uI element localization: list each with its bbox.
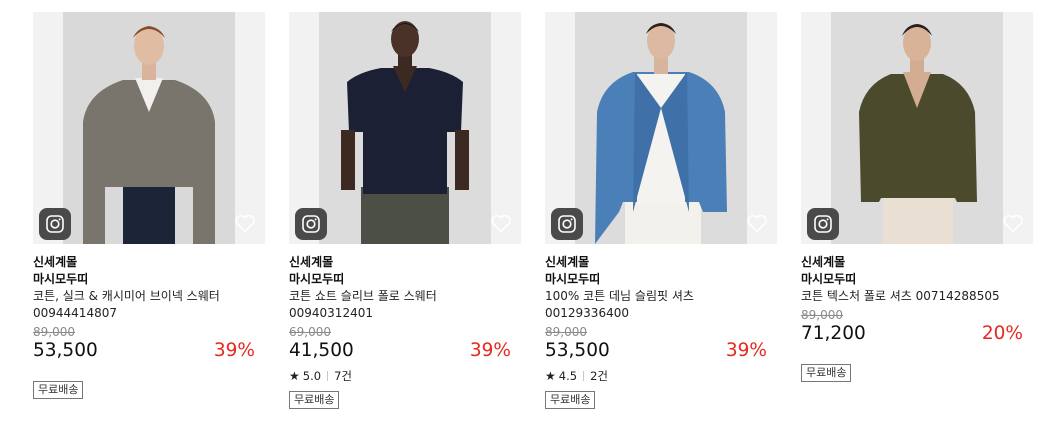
product-card[interactable]: 신세계몰 마시모두띠 코튼 쇼트 슬리브 폴로 스웨터 00940312401 …: [289, 12, 521, 409]
discount-rate: 39%: [469, 340, 511, 361]
store-name: 신세계몰: [289, 255, 334, 269]
divider: [327, 371, 329, 381]
store-name: 신세계몰: [545, 255, 590, 269]
brand-name[interactable]: 마시모두띠: [33, 271, 265, 288]
product-image-container[interactable]: [289, 12, 521, 244]
price-row: 53,500 39%: [545, 340, 777, 362]
rating-value: 4.5: [558, 369, 578, 383]
product-image-container[interactable]: [33, 12, 265, 244]
sale-price: 71,200: [801, 323, 866, 344]
store-name: 신세계몰: [801, 255, 846, 269]
free-shipping-badge: 무료배송: [289, 391, 340, 409]
sale-price: 41,500: [289, 340, 354, 361]
product-image-container[interactable]: [545, 12, 777, 244]
original-price: 89,000: [801, 308, 843, 322]
price-row: 71,200 20%: [801, 323, 1033, 345]
review-count: 2건: [590, 369, 608, 383]
instagram-icon[interactable]: [295, 208, 327, 240]
review-count: 7건: [334, 369, 352, 383]
discount-rate: 39%: [213, 340, 255, 361]
original-price: 89,000: [545, 325, 587, 339]
product-photo[interactable]: [63, 12, 235, 244]
heart-icon[interactable]: [745, 211, 769, 235]
discount-rate: 39%: [725, 340, 767, 361]
price-row: 53,500 39%: [33, 340, 265, 362]
brand-name[interactable]: 마시모두띠: [289, 271, 521, 288]
product-name[interactable]: 100% 코튼 데님 슬림핏 셔츠 00129336400: [545, 288, 745, 322]
heart-icon[interactable]: [233, 211, 257, 235]
sale-price: 53,500: [33, 340, 98, 361]
product-card[interactable]: 신세계몰 마시모두띠 코튼, 실크 & 캐시미어 브이넥 스웨터 0094441…: [33, 12, 265, 399]
instagram-icon[interactable]: [551, 208, 583, 240]
free-shipping-badge: 무료배송: [801, 364, 852, 382]
original-price: 89,000: [33, 325, 75, 339]
product-photo[interactable]: [831, 12, 1003, 244]
original-price: 69,000: [289, 325, 331, 339]
divider: [583, 371, 585, 381]
brand-name[interactable]: 마시모두띠: [545, 271, 777, 288]
sale-price: 53,500: [545, 340, 610, 361]
product-name[interactable]: 코튼 텍스처 폴로 셔츠 00714288505: [801, 288, 1001, 305]
star-icon: ★: [545, 369, 556, 383]
rating-summary: ★ 4.5 2건: [545, 369, 777, 383]
price-row: 41,500 39%: [289, 340, 521, 362]
product-image-container[interactable]: [801, 12, 1033, 244]
product-photo[interactable]: [319, 12, 491, 244]
free-shipping-badge: 무료배송: [33, 381, 84, 399]
instagram-icon[interactable]: [807, 208, 839, 240]
instagram-icon[interactable]: [39, 208, 71, 240]
rating-summary: ★ 5.0 7건: [289, 369, 521, 383]
star-icon: ★: [289, 369, 300, 383]
store-name: 신세계몰: [33, 255, 78, 269]
heart-icon[interactable]: [1001, 211, 1025, 235]
product-name[interactable]: 코튼 쇼트 슬리브 폴로 스웨터 00940312401: [289, 288, 489, 322]
product-name[interactable]: 코튼, 실크 & 캐시미어 브이넥 스웨터 00944414807: [33, 288, 233, 322]
product-card[interactable]: 신세계몰 마시모두띠 100% 코튼 데님 슬림핏 셔츠 00129336400…: [545, 12, 777, 409]
heart-icon[interactable]: [489, 211, 513, 235]
rating-value: 5.0: [302, 369, 322, 383]
product-photo[interactable]: [575, 12, 747, 244]
brand-name[interactable]: 마시모두띠: [801, 271, 1033, 288]
product-card[interactable]: 신세계몰 마시모두띠 코튼 텍스처 폴로 셔츠 00714288505 89,0…: [801, 12, 1033, 382]
free-shipping-badge: 무료배송: [545, 391, 596, 409]
discount-rate: 20%: [981, 323, 1023, 344]
